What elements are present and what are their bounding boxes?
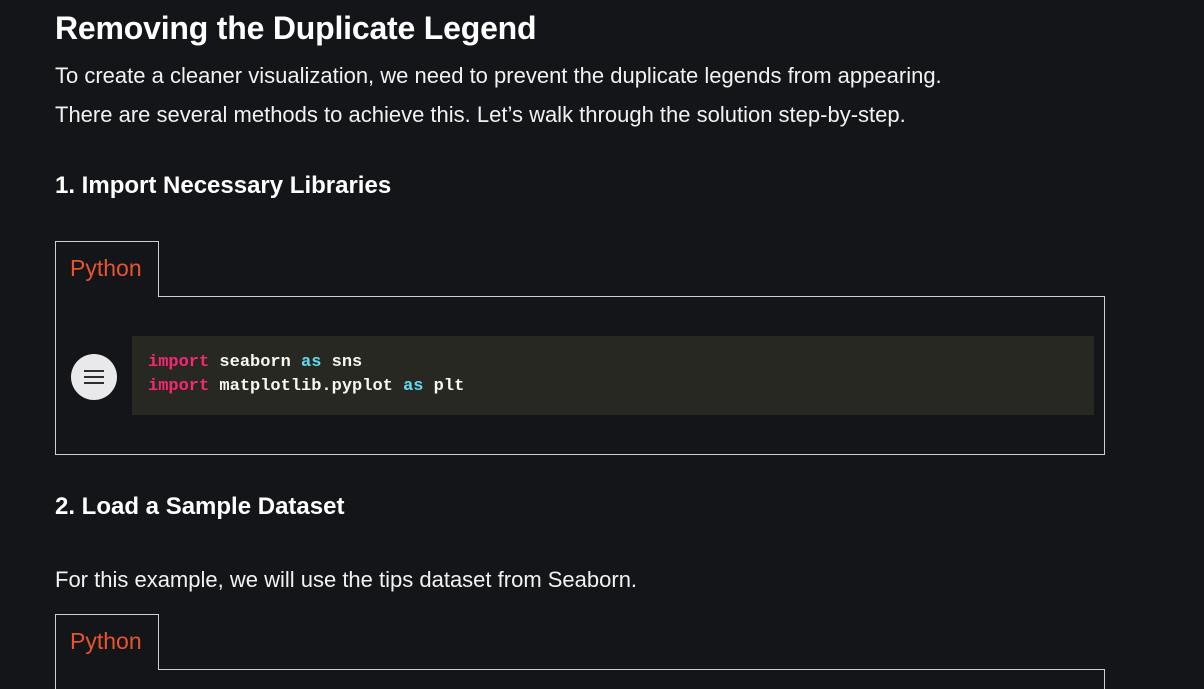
- code-alias: sns: [321, 353, 363, 372]
- code-block: import seaborn as sns import matplotlib.…: [55, 296, 1105, 455]
- step1-heading: 1. Import Necessary Libraries: [55, 172, 392, 199]
- code-keyword: import: [148, 377, 210, 396]
- intro-paragraph-line-1: To create a cleaner visualization, we ne…: [55, 63, 942, 88]
- step2-paragraph: For this example, we will use the tips d…: [55, 567, 638, 592]
- code-language-label: Python: [70, 255, 142, 281]
- section-title: Removing the Duplicate Legend: [55, 10, 537, 46]
- step2-heading: 2. Load a Sample Dataset: [55, 493, 345, 520]
- code-content[interactable]: import seaborn as sns import matplotlib.…: [132, 336, 1094, 415]
- code-module: seaborn: [209, 353, 302, 372]
- code-keyword: as: [301, 353, 322, 372]
- code-block: [55, 669, 1105, 689]
- code-language-label: Python: [70, 628, 142, 654]
- intro-paragraph-line-2: There are several methods to achieve thi…: [55, 102, 906, 127]
- code-module: matplotlib.pyplot: [209, 377, 404, 396]
- hamburger-menu-icon[interactable]: [71, 354, 117, 400]
- code-line: import seaborn as sns: [148, 353, 362, 372]
- code-keyword: as: [403, 377, 424, 396]
- code-keyword: import: [148, 353, 210, 372]
- code-alias: plt: [423, 377, 465, 396]
- code-language-tab[interactable]: Python: [55, 241, 159, 297]
- code-line: import matplotlib.pyplot as plt: [148, 377, 464, 396]
- article-page: Removing the Duplicate Legend To create …: [0, 0, 1204, 689]
- code-language-tab[interactable]: Python: [55, 614, 159, 670]
